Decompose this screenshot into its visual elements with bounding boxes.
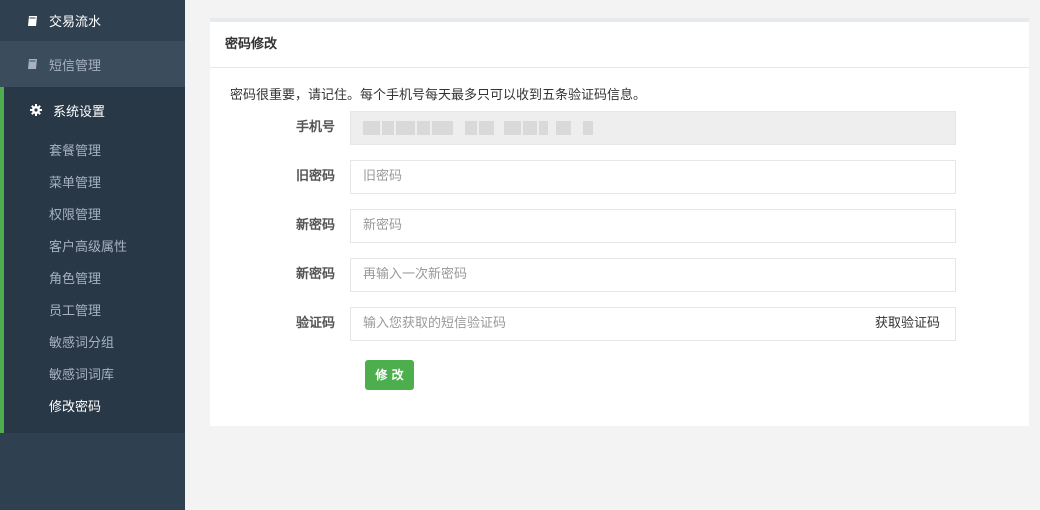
book-icon: [26, 58, 38, 70]
new-password-input[interactable]: 新密码: [350, 209, 956, 243]
nav-item-label: 短信管理: [49, 58, 102, 74]
nav-item-label: 交易流水: [49, 15, 102, 30]
sidebar-item-roles[interactable]: 角色管理: [4, 261, 185, 293]
phone-field: [350, 111, 956, 145]
confirm-password-input[interactable]: 再输入一次新密码: [350, 258, 956, 292]
phone-label: 手机号: [295, 120, 335, 135]
sidebar-item-sensitive-groups[interactable]: 敏感词分组: [4, 325, 185, 357]
verification-label: 验证码: [295, 316, 335, 331]
nav-item-settings[interactable]: 系统设置: [4, 87, 185, 133]
phone-blurred-value: [363, 120, 593, 136]
old-password-label: 旧密码: [295, 169, 335, 184]
password-panel: 密码修改 密码很重要，请记住。每个手机号每天最多只可以收到五条验证码信息。 手机…: [210, 18, 1029, 426]
old-password-input[interactable]: 旧密码: [350, 160, 956, 194]
confirm-password-row: 新密码 再输入一次新密码: [210, 258, 1029, 292]
notice-text: 密码很重要，请记住。每个手机号每天最多只可以收到五条验证码信息。: [230, 88, 647, 103]
sidebar-item-change-password[interactable]: 修改密码: [4, 389, 185, 421]
submit-button[interactable]: 修 改: [365, 360, 414, 390]
confirm-password-label: 新密码: [295, 267, 335, 282]
phone-row: 手机号: [210, 111, 1029, 145]
sidebar-item-permissions[interactable]: 权限管理: [4, 197, 185, 229]
sidebar-item-customer-attributes[interactable]: 客户高级属性: [4, 229, 185, 261]
nav-item-label: 系统设置: [53, 104, 106, 120]
get-code-button[interactable]: 获取验证码: [860, 307, 956, 341]
gear-icon: [30, 104, 42, 116]
sidebar-item-menus[interactable]: 菜单管理: [4, 165, 185, 197]
old-password-row: 旧密码 旧密码: [210, 160, 1029, 194]
sidebar-item-packages[interactable]: 套餐管理: [4, 133, 185, 165]
book-icon: [26, 15, 38, 27]
nav-item-transactions[interactable]: 交易流水: [0, 0, 185, 41]
verification-code-input[interactable]: 输入您获取的短信验证码: [350, 307, 861, 341]
sidebar-item-staff[interactable]: 员工管理: [4, 293, 185, 325]
sidebar-item-sensitive-words[interactable]: 敏感词词库: [4, 357, 185, 389]
nav-section-settings: 系统设置 套餐管理 菜单管理 权限管理 客户高级属性 角色管理 员工管理 敏感词…: [0, 87, 185, 433]
nav-item-sms[interactable]: 短信管理: [0, 41, 185, 87]
page-title: 密码修改: [210, 22, 1029, 68]
verification-row: 验证码 输入您获取的短信验证码 获取验证码: [210, 307, 1029, 341]
new-password-row: 新密码 新密码: [210, 209, 1029, 243]
new-password-label: 新密码: [295, 218, 335, 233]
sidebar: 交易流水 短信管理 系统设置 套餐管理 菜单管理 权限管理 客户高级属性 角色管…: [0, 0, 185, 510]
